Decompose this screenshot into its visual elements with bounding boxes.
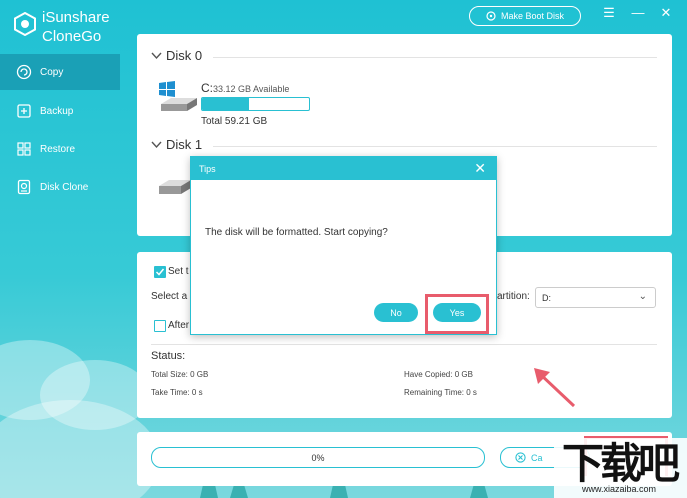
drive-c-label: C:33.12 GB Available [201, 81, 289, 95]
watermark: 下载吧 www.xiazaiba.com [554, 438, 687, 498]
close-icon[interactable]: ✕ [474, 160, 486, 177]
set-checkbox[interactable] [154, 266, 166, 278]
restore-icon [17, 142, 31, 156]
dialog-message: The disk will be formatted. Start copyin… [205, 227, 388, 238]
copy-progress-bar: 0% [151, 447, 485, 468]
drive-usage-bar [201, 97, 310, 111]
menu-icon[interactable]: ☰ [601, 5, 617, 21]
dialog-header: Tips ✕ [191, 157, 496, 180]
select-label: Select a [151, 291, 188, 302]
disk-0-header[interactable]: Disk 0 [151, 48, 202, 63]
partition-label: artition: [497, 291, 530, 302]
app-name: iSunshare CloneGo [42, 8, 110, 46]
close-window-icon[interactable]: ✕ [658, 5, 674, 21]
drive-letter: C: [201, 81, 213, 95]
disk-0-title: Disk 0 [166, 48, 203, 63]
app-name-line2: CloneGo [42, 28, 102, 45]
cancel-label: Ca [531, 452, 543, 463]
divider [213, 57, 657, 58]
set-label: Set t [168, 266, 189, 277]
divider [151, 344, 657, 345]
watermark-url: www.xiazaiba.com [582, 484, 657, 494]
after-checkbox[interactable] [154, 320, 166, 332]
status-title: Status: [151, 350, 186, 362]
minimize-icon[interactable]: — [630, 5, 646, 20]
disk-1-title: Disk 1 [166, 137, 203, 152]
chevron-down-icon [151, 52, 162, 59]
backup-icon [17, 104, 31, 118]
drive-available: 33.12 GB Available [213, 84, 290, 94]
sidebar-item-label: Backup [40, 105, 74, 117]
make-boot-disk-button[interactable]: Make Boot Disk [469, 6, 581, 26]
dialog-title: Tips [199, 163, 216, 174]
check-icon [155, 268, 165, 276]
status-remaining-time: Remaining Time: 0 s [404, 388, 477, 397]
no-button[interactable]: No [374, 303, 418, 322]
app-logo: iSunshare CloneGo [14, 8, 110, 46]
divider [213, 146, 657, 147]
partition-select[interactable]: D: ⌄ [535, 287, 656, 308]
drive-total: Total 59.21 GB [201, 116, 268, 127]
copy-icon [16, 64, 32, 80]
chevron-down-icon: ⌄ [638, 291, 647, 302]
watermark-logo: 下载吧 [562, 439, 680, 488]
sidebar-item-label: Disk Clone [40, 181, 89, 193]
app-logo-icon [14, 12, 36, 36]
hard-drive-icon [159, 180, 191, 194]
drive-usage-fill [202, 98, 250, 110]
app-name-line1: iSunshare [42, 9, 110, 26]
chevron-down-icon [151, 141, 162, 148]
status-take-time: Take Time: 0 s [151, 388, 203, 397]
hard-drive-icon [159, 81, 197, 111]
app-window: iSunshare CloneGo Make Boot Disk ☰ — ✕ C… [0, 0, 687, 498]
sidebar-item-restore[interactable]: Restore [0, 131, 120, 167]
boot-disk-icon [486, 11, 496, 21]
sidebar-item-backup[interactable]: Backup [0, 93, 120, 129]
after-label: After [168, 320, 190, 331]
disk-clone-icon [17, 179, 31, 195]
partition-value: D: [542, 292, 551, 303]
highlight-box [425, 294, 489, 334]
cancel-icon [515, 452, 526, 463]
sidebar-item-disk-clone[interactable]: Disk Clone [0, 169, 120, 205]
status-total-size: Total Size: 0 GB [151, 370, 209, 379]
status-have-copied: Have Copied: 0 GB [404, 370, 473, 379]
make-boot-disk-label: Make Boot Disk [500, 11, 565, 21]
progress-percent: 0% [311, 452, 325, 463]
sidebar-item-label: Copy [40, 66, 64, 78]
sidebar-item-label: Restore [40, 143, 76, 155]
annotation-arrow-icon [534, 368, 576, 408]
disk-1-header[interactable]: Disk 1 [151, 137, 202, 152]
sidebar-item-copy[interactable]: Copy [0, 54, 120, 90]
